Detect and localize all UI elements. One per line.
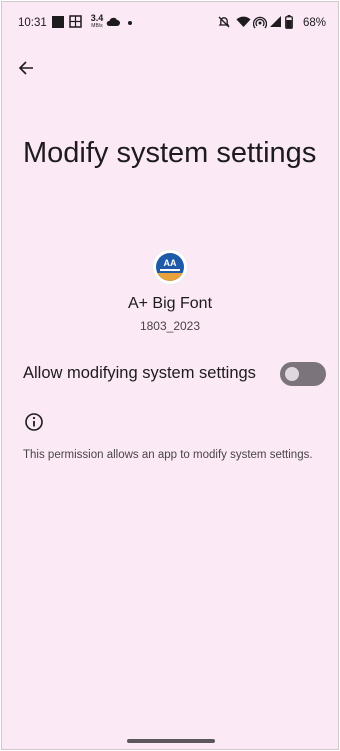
- square-notification-icon: [52, 16, 64, 28]
- battery-percent: 68%: [302, 17, 326, 29]
- cloud-icon: [106, 17, 120, 26]
- setting-label: Allow modifying system settings: [23, 364, 256, 382]
- arrow-left-icon: [18, 61, 33, 75]
- app-logo-badge: AA: [156, 253, 184, 281]
- page-title: Modify system settings: [23, 137, 317, 169]
- allow-modify-toggle[interactable]: [280, 362, 326, 386]
- info-text: This permission allows an app to modify …: [23, 449, 313, 461]
- info-icon: [25, 413, 43, 431]
- battery-icon: [285, 15, 293, 29]
- status-time: 10:31: [18, 17, 47, 29]
- status-bar: 10:31 3.4 MB/s 68%: [2, 2, 338, 44]
- app-logo-line: [160, 269, 180, 271]
- signal-icon: [270, 16, 281, 27]
- allow-modify-setting-row[interactable]: Allow modifying system settings: [2, 354, 338, 396]
- hotspot-icon: [253, 16, 267, 29]
- toggle-knob: [285, 367, 299, 381]
- app-logo-icon: AA: [153, 250, 187, 284]
- net-speed-unit: MB/s: [91, 23, 103, 29]
- net-speed: 3.4 MB/s: [89, 14, 105, 30]
- screen: 10:31 3.4 MB/s 68% Modify system setting…: [1, 1, 339, 750]
- app-name: A+ Big Font: [127, 295, 213, 312]
- back-button[interactable]: [14, 56, 38, 80]
- gallery-icon: [69, 15, 82, 28]
- wifi-icon: [236, 16, 251, 27]
- mute-icon: [218, 16, 230, 28]
- navigation-handle[interactable]: [127, 739, 215, 743]
- app-logo-band: [156, 273, 184, 281]
- app-logo-text: AA: [163, 258, 177, 268]
- net-speed-value: 3.4: [90, 13, 104, 23]
- dot-icon: [128, 21, 132, 25]
- app-version: 1803_2023: [139, 319, 201, 333]
